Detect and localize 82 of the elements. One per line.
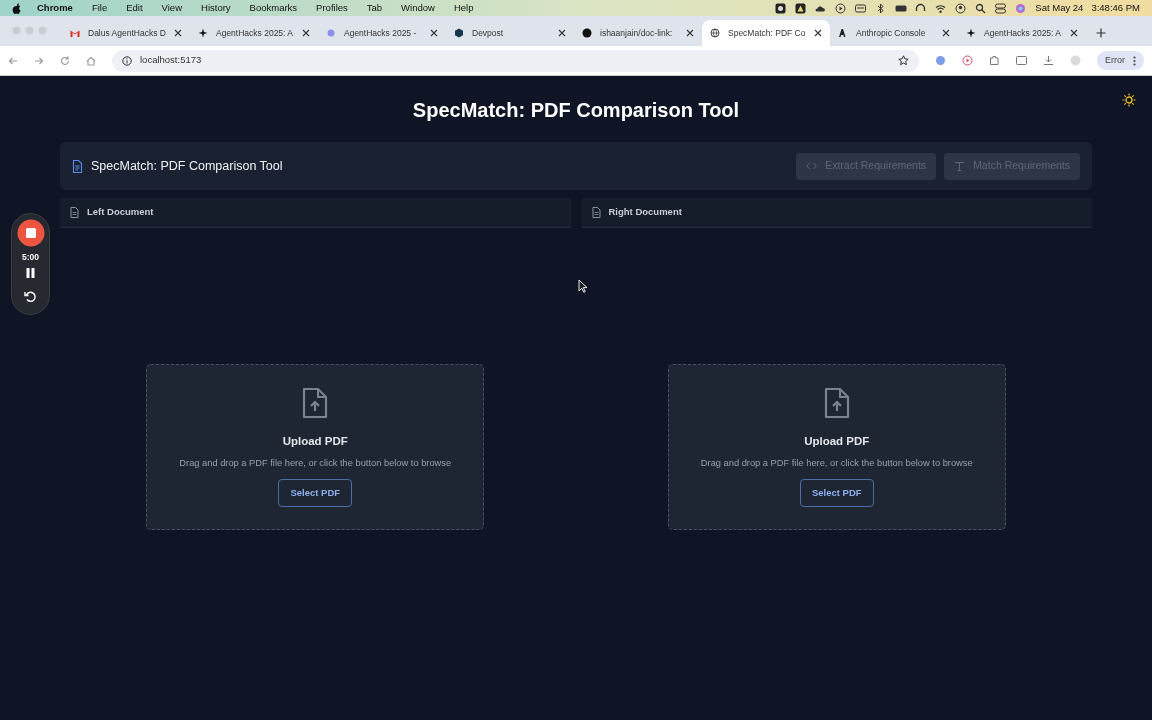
select-pdf-button[interactable]: Select PDF: [278, 478, 353, 507]
menu-item[interactable]: View: [161, 0, 182, 16]
page-title: SpecMatch: PDF Comparison Tool: [411, 98, 741, 122]
star-icon[interactable]: [898, 55, 909, 66]
circle-icon: [582, 28, 592, 38]
close-icon[interactable]: [174, 29, 182, 37]
cursor-icon: [578, 279, 588, 293]
profile-button[interactable]: Error: [1097, 50, 1144, 71]
close-icon[interactable]: [302, 29, 310, 37]
close-icon[interactable]: [814, 29, 822, 37]
browser-tab[interactable]: ishaanjain/doc-link:: [574, 20, 702, 46]
record-icon[interactable]: [775, 2, 788, 14]
sparkle-icon: [966, 28, 976, 38]
document-icon: [591, 207, 601, 218]
stop-icon[interactable]: [16, 219, 45, 247]
browser-tab[interactable]: SpecMatch: PDF Co: [702, 20, 830, 46]
control-center-icon[interactable]: [995, 2, 1008, 14]
letter-icon: [838, 28, 848, 38]
text-icon: [954, 161, 966, 171]
panel-title: Left Document: [87, 205, 154, 220]
menu-item[interactable]: Bookmarks: [249, 0, 298, 16]
document-icon: [72, 159, 83, 173]
upload-hint: Drag and drop a PDF file here, or click the button below to browse: [179, 456, 452, 470]
browser-tab[interactable]: Anthropic Console: [830, 20, 958, 46]
download-icon[interactable]: [1043, 55, 1054, 66]
close-icon[interactable]: [942, 29, 950, 37]
menu-item[interactable]: Window: [401, 0, 435, 16]
sun-icon[interactable]: [1122, 93, 1136, 107]
home-icon[interactable]: [86, 55, 96, 66]
browser-tab[interactable]: AgentHacks 2025: A: [958, 20, 1086, 46]
drop-zone[interactable]: Upload PDF Drag and drop a PDF file here, or click the button below to browse Select PDF: [667, 364, 1006, 530]
menu-item[interactable]: Profiles: [316, 0, 348, 16]
menubar-clock: 3:48:46 PM: [1091, 0, 1140, 15]
close-icon[interactable]: [686, 29, 694, 37]
menu-item[interactable]: Help: [453, 0, 474, 16]
apple-icon: [12, 2, 21, 14]
play-icon[interactable]: [835, 2, 848, 14]
app-menu[interactable]: Chrome: [37, 0, 73, 16]
tab-search-icon[interactable]: [1016, 55, 1027, 66]
document-icon: [70, 207, 79, 218]
upload-hint: Drag and drop a PDF file here, or click the button below to browse: [700, 456, 973, 470]
pause-icon[interactable]: [26, 267, 35, 278]
code-icon: [806, 161, 818, 171]
file-upload-icon: [302, 387, 329, 419]
menu-item[interactable]: Edit: [126, 0, 143, 16]
select-pdf-button[interactable]: Select PDF: [799, 478, 874, 507]
play-icon[interactable]: [962, 55, 973, 66]
user-icon[interactable]: [955, 2, 968, 14]
close-icon[interactable]: [1070, 29, 1078, 37]
menu-item[interactable]: File: [91, 0, 108, 16]
hexagon-icon: [454, 28, 464, 38]
browser-tab[interactable]: AgentHacks 2025: A: [190, 20, 318, 46]
browser-tab[interactable]: Devpost: [446, 20, 574, 46]
menu-item[interactable]: History: [201, 0, 231, 16]
close-icon[interactable]: [430, 29, 438, 37]
reload-icon[interactable]: [60, 55, 70, 66]
panel-title: Right Document: [608, 205, 682, 220]
upload-heading: Upload PDF: [282, 435, 348, 449]
mail-icon: [70, 28, 80, 38]
upload-heading: Upload PDF: [804, 435, 870, 449]
sparkle-icon: [198, 28, 208, 38]
restart-icon[interactable]: [24, 289, 37, 303]
file-upload-icon: [823, 387, 850, 419]
more-icon: [1133, 55, 1136, 66]
siri-icon[interactable]: [1015, 2, 1028, 14]
recording-timer: 5:00: [22, 251, 39, 264]
address-field[interactable]: localhost:5173: [112, 49, 919, 72]
circle-icon: [326, 28, 336, 38]
info-icon: [122, 55, 132, 66]
search-icon[interactable]: [975, 2, 988, 14]
wifi-icon[interactable]: [935, 2, 948, 14]
app-title: SpecMatch: PDF Comparison Tool: [91, 157, 283, 175]
globe-icon: [710, 28, 720, 38]
menu-item[interactable]: Tab: [366, 0, 383, 16]
browser-tab[interactable]: AgentHacks 2025 -: [318, 20, 446, 46]
menubar-date: Sat May 24: [1035, 0, 1084, 15]
drop-zone[interactable]: Upload PDF Drag and drop a PDF file here, or click the button below to browse Select PDF: [146, 364, 485, 530]
card-icon[interactable]: [855, 2, 868, 14]
new-tab-icon[interactable]: [1096, 28, 1106, 38]
drive-icon[interactable]: [795, 2, 808, 14]
browser-tab[interactable]: Dalus AgentHacks D: [62, 20, 190, 46]
close-icon[interactable]: [558, 29, 566, 37]
